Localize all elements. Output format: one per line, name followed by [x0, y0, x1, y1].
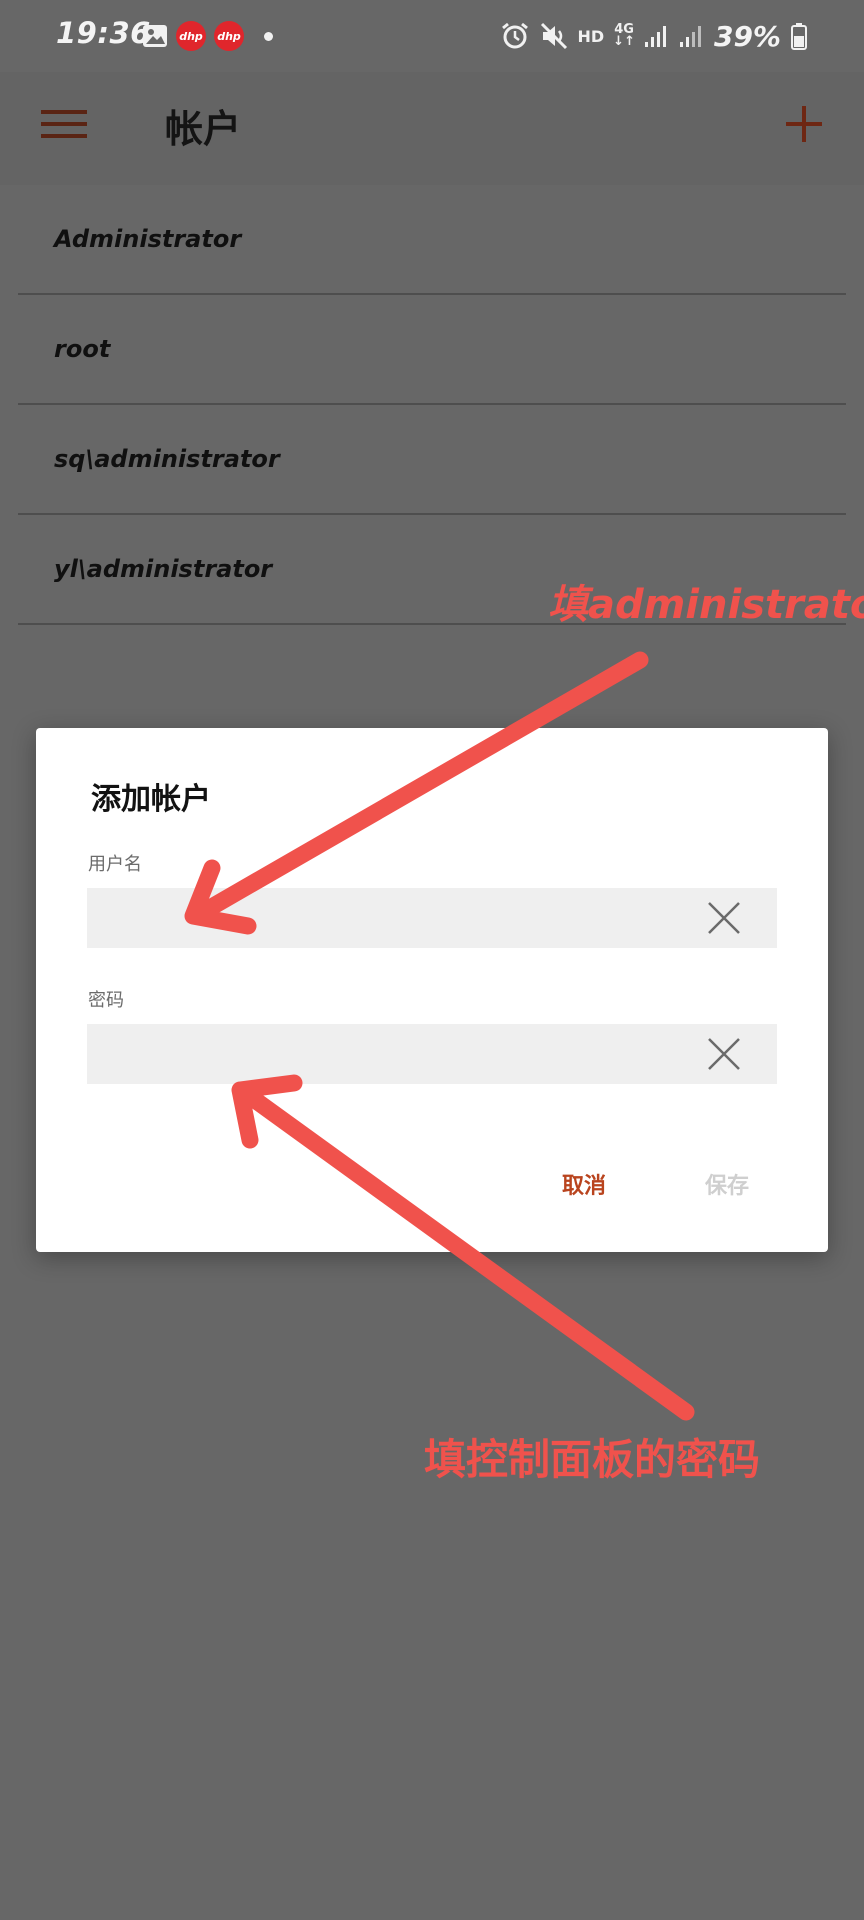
app-bar: 帐户 [0, 72, 864, 185]
network-type: 4G [614, 22, 634, 37]
status-time: 19:36 [56, 16, 151, 50]
clear-username-icon[interactable] [707, 901, 741, 935]
username-label: 用户名 [88, 854, 142, 875]
network-label: 4G ↓↑ [613, 22, 635, 49]
page-title: 帐户 [165, 107, 242, 151]
status-system-icons: HD 4G ↓↑ 39% [500, 16, 809, 56]
username-input[interactable] [87, 888, 687, 948]
cancel-button[interactable]: 取消 [562, 1168, 606, 1200]
notification-dot-icon [264, 31, 273, 41]
password-field-container [87, 1024, 777, 1084]
password-input[interactable] [87, 1024, 687, 1084]
clear-password-icon[interactable] [707, 1037, 741, 1071]
account-list-item[interactable]: Administrator [18, 185, 846, 295]
account-list-item[interactable]: yl\administrator [18, 515, 846, 625]
status-notification-icons: dhp dhp [142, 20, 273, 52]
save-button[interactable]: 保存 [705, 1168, 749, 1200]
password-label: 密码 [88, 990, 124, 1011]
add-icon[interactable] [782, 102, 826, 146]
annotation-password-hint: 填控制面板的密码 [424, 1435, 761, 1484]
alarm-icon [501, 22, 528, 49]
status-bar: 19:36 dhp dhp HD 4G ↓↑ 39% [0, 0, 864, 72]
hd-label: HD [577, 26, 605, 46]
account-list: Administrator root sq\administrator yl\a… [18, 185, 846, 625]
signal-icon [644, 26, 666, 47]
battery-percent: 39% [713, 19, 781, 53]
username-field-container [87, 888, 777, 948]
add-account-dialog: 添加帐户 用户名 密码 取消 保存 [36, 728, 828, 1252]
menu-icon[interactable] [41, 104, 87, 144]
app-badge-icon: dhp [176, 21, 206, 51]
mute-icon [540, 22, 567, 50]
account-list-item[interactable]: sq\administrator [18, 405, 846, 515]
account-list-item[interactable]: root [18, 295, 846, 405]
signal-icon [679, 26, 701, 47]
dialog-title: 添加帐户 [91, 782, 211, 817]
image-icon [143, 25, 167, 47]
app-badge-icon: dhp [214, 21, 244, 51]
battery-icon [791, 23, 807, 50]
